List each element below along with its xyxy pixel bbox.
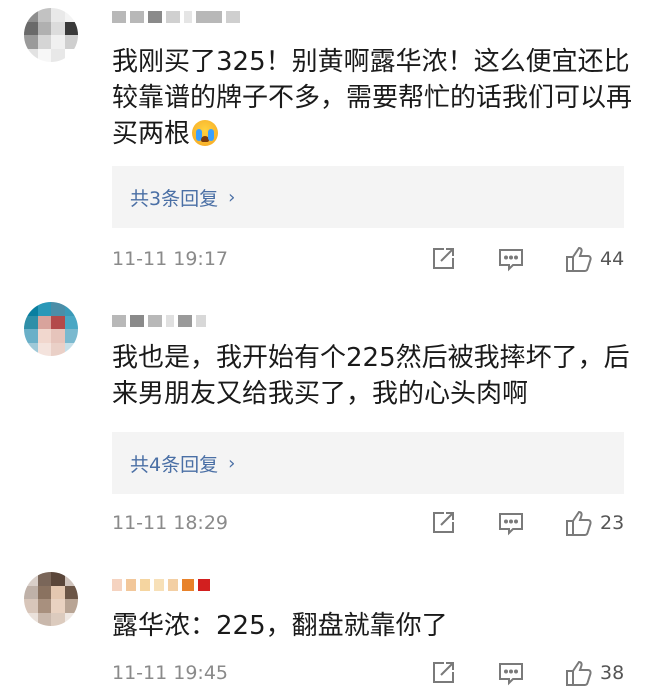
share-icon[interactable] (428, 508, 458, 538)
view-replies-button[interactable]: 共4条回复 › (112, 432, 624, 494)
comment-text: 露华浓：225，翻盘就靠你了 (112, 611, 448, 641)
share-icon[interactable] (428, 658, 458, 688)
comment-icon[interactable] (496, 508, 526, 538)
comment-icon[interactable] (496, 658, 526, 688)
comment-icon[interactable] (496, 244, 526, 274)
thumbs-up-icon[interactable] (564, 244, 594, 274)
comment-text: 我也是，我开始有个225然后被我摔坏了，后来男朋友又给我买了，我的心头肉啊 (112, 343, 630, 409)
chevron-right-icon: › (228, 452, 236, 474)
username[interactable] (112, 314, 206, 328)
replies-label: 共4条回复 (130, 453, 219, 476)
username[interactable] (112, 578, 210, 592)
comment-item: 我刚买了325！别黄啊露华浓！这么便宜还比较靠谱的牌子不多，需要帮忙的话我们可以… (0, 0, 648, 290)
comment-footer: 11-11 19:45 38 (112, 658, 632, 688)
thumbs-up-icon[interactable] (564, 508, 594, 538)
avatar[interactable] (24, 8, 78, 62)
timestamp: 11-11 18:29 (112, 512, 229, 534)
comment-footer: 11-11 18:29 23 (112, 508, 632, 538)
like-count: 23 (600, 512, 625, 534)
comment-item: 露华浓：225，翻盘就靠你了 11-11 19:45 38 (0, 560, 648, 700)
avatar[interactable] (24, 572, 78, 626)
thumbs-up-icon[interactable] (564, 658, 594, 688)
comment-text: 我刚买了325！别黄啊露华浓！这么便宜还比较靠谱的牌子不多，需要帮忙的话我们可以… (112, 47, 633, 149)
crying-face-icon (192, 120, 219, 146)
timestamp: 11-11 19:17 (112, 248, 229, 270)
username[interactable] (112, 10, 240, 24)
like-count: 44 (600, 248, 625, 270)
comment-item: 我也是，我开始有个225然后被我摔坏了，后来男朋友又给我买了，我的心头肉啊 共4… (0, 290, 648, 560)
like-count: 38 (600, 662, 625, 684)
view-replies-button[interactable]: 共3条回复 › (112, 166, 624, 228)
chevron-right-icon: › (228, 186, 236, 208)
avatar[interactable] (24, 302, 78, 356)
timestamp: 11-11 19:45 (112, 662, 229, 684)
comment-footer: 11-11 19:17 44 (112, 244, 632, 274)
share-icon[interactable] (428, 244, 458, 274)
replies-label: 共3条回复 (130, 187, 219, 210)
